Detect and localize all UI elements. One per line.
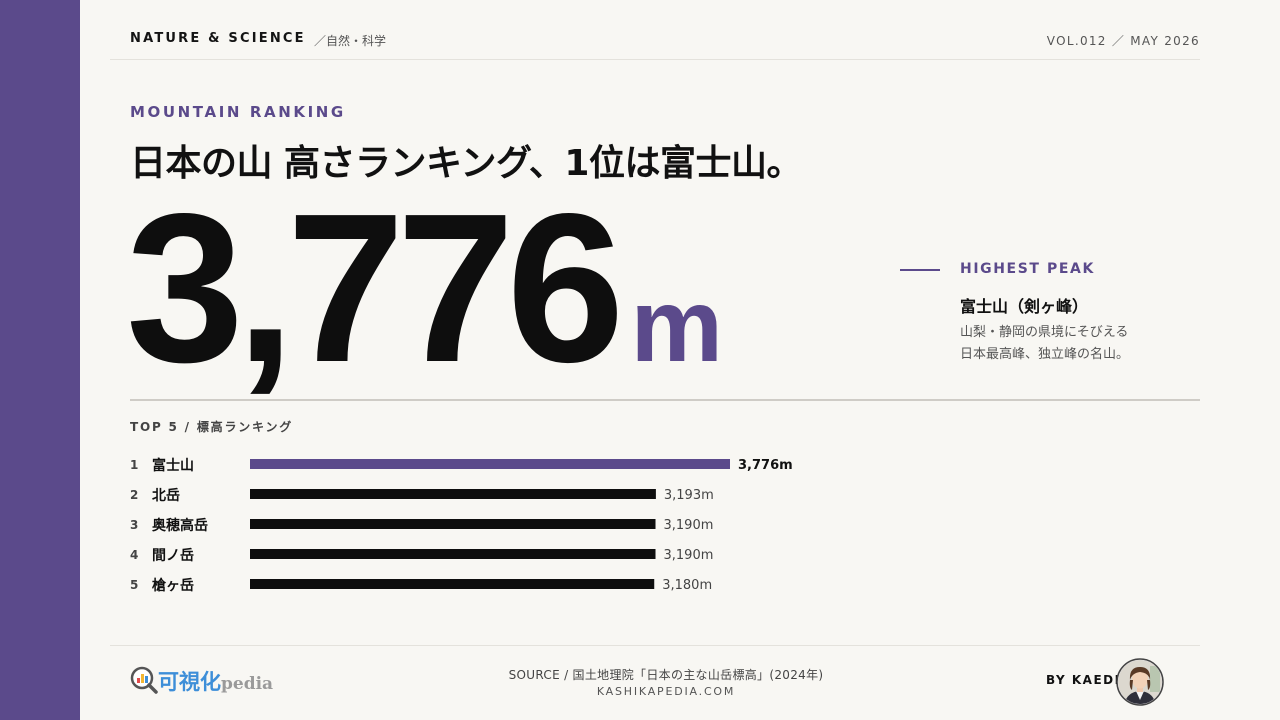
bar	[250, 579, 655, 589]
bar	[250, 489, 656, 499]
section-divider	[130, 399, 1200, 401]
section-eyebrow: MOUNTAIN RANKING	[130, 103, 346, 121]
bar	[250, 519, 656, 529]
rank-number: 4	[130, 548, 138, 562]
site-logo[interactable]: 可視化pedia	[130, 664, 273, 694]
hero-number: 3,776	[126, 169, 625, 406]
category-label: 奥穂高岳	[152, 517, 208, 534]
bar	[250, 459, 730, 469]
magnifier-chart-icon	[130, 666, 158, 694]
category-label: NATURE & SCIENCE	[130, 31, 306, 46]
highlight-description-line: 山梨・静岡の県境にそびえる	[960, 325, 1129, 340]
value-label: 3,180m	[662, 578, 712, 593]
category-label-ja: ／自然・科学	[314, 34, 387, 48]
rank-number: 3	[130, 518, 138, 532]
highlight-label: HIGHEST PEAK	[960, 261, 1095, 277]
logo-wordmark: 可視化pedia	[158, 666, 273, 696]
category-label: 槍ヶ岳	[152, 577, 194, 594]
page-header: NATURE & SCIENCE ／自然・科学 VOL.012 ／ MAY 20…	[110, 0, 1200, 60]
bar	[250, 549, 656, 559]
ranking-bar-chart: 1 富士山 3,776m 2 北岳 3,193m 3 奥穂高岳 3,190m 4 間ノ岳 3,190m…	[130, 457, 793, 594]
category-label: 北岳	[152, 487, 180, 504]
chart-title: TOP 5 / 標高ランキング	[130, 420, 294, 434]
value-label: 3,190m	[664, 518, 714, 533]
author-byline: BY KAEDE	[1046, 673, 1125, 687]
highlight-description: 山梨・静岡の県境にそびえる 日本最高峰、独立峰の名山。	[960, 322, 1180, 366]
volume-label: VOL.012 ／ MAY 2026	[1046, 34, 1200, 48]
value-label: 3,776m	[738, 458, 793, 473]
highlight-name: 富士山（剣ヶ峰）	[960, 297, 1089, 316]
hero-unit: m	[630, 268, 724, 384]
source-credit: SOURCE / 国土地理院「日本の主な山岳標高」(2024年)	[508, 668, 824, 682]
rank-number: 5	[130, 578, 138, 592]
logo-wordmark-en: pedia	[221, 674, 274, 694]
logo-wordmark-ja: 可視化	[158, 670, 221, 694]
category-label: 間ノ岳	[152, 547, 194, 564]
rank-number: 2	[130, 488, 138, 502]
highlight-description-line: 日本最高峰、独立峰の名山。	[960, 347, 1130, 362]
value-label: 3,190m	[664, 548, 714, 563]
highlight-rule	[900, 269, 940, 271]
footer-divider	[110, 645, 1200, 646]
rank-number: 1	[130, 458, 138, 472]
hero-figure: 3,776 m	[126, 182, 724, 394]
accent-side-bar	[0, 0, 80, 720]
site-url[interactable]: KASHIKAPEDIA.COM	[466, 685, 866, 698]
value-label: 3,193m	[664, 488, 714, 503]
category-label: 富士山	[152, 457, 194, 474]
author-avatar	[1116, 658, 1164, 706]
